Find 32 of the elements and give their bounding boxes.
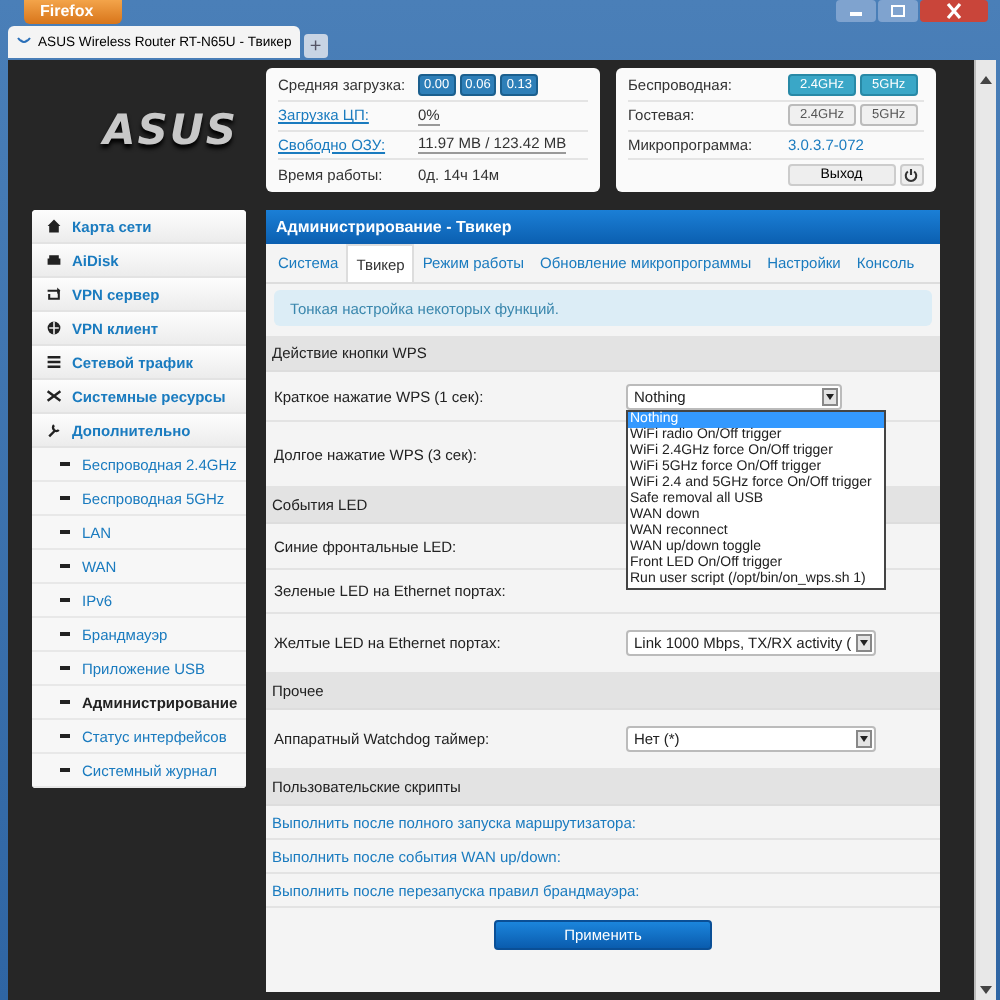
- menu-icon: [46, 286, 62, 302]
- scroll-down-icon[interactable]: [980, 986, 992, 994]
- caret-icon: [822, 387, 838, 405]
- maximize-icon[interactable]: [878, 0, 918, 22]
- menu-icon: [46, 252, 62, 268]
- scroll-up-icon[interactable]: [980, 76, 992, 84]
- dash-icon: [60, 462, 70, 466]
- menu-icon: [46, 218, 62, 234]
- menu-icon: [46, 422, 62, 438]
- firefox-menu-button[interactable]: Firefox: [24, 0, 122, 24]
- logo: ASUS: [102, 106, 238, 154]
- menu-icon: [46, 388, 62, 404]
- dash-icon: [60, 598, 70, 602]
- scrollbar[interactable]: [974, 60, 996, 1000]
- dash-icon: [60, 632, 70, 636]
- menu-icon: [46, 320, 62, 336]
- dash-icon: [60, 666, 70, 670]
- minimize-icon[interactable]: [836, 0, 876, 22]
- dash-icon: [60, 700, 70, 704]
- dash-icon: [60, 496, 70, 500]
- dash-icon: [60, 734, 70, 738]
- caret-icon: [856, 634, 872, 652]
- dash-icon: [60, 564, 70, 568]
- panel-title: Администрирование - Твикер: [266, 210, 940, 244]
- menu-icon: [46, 354, 62, 370]
- power-button[interactable]: [899, 163, 924, 186]
- wifi-icon: [16, 36, 32, 48]
- dash-icon: [60, 768, 70, 772]
- close-icon[interactable]: [920, 0, 988, 22]
- dash-icon: [60, 530, 70, 534]
- caret-icon: [856, 730, 872, 748]
- new-tab-button[interactable]: +: [303, 34, 328, 58]
